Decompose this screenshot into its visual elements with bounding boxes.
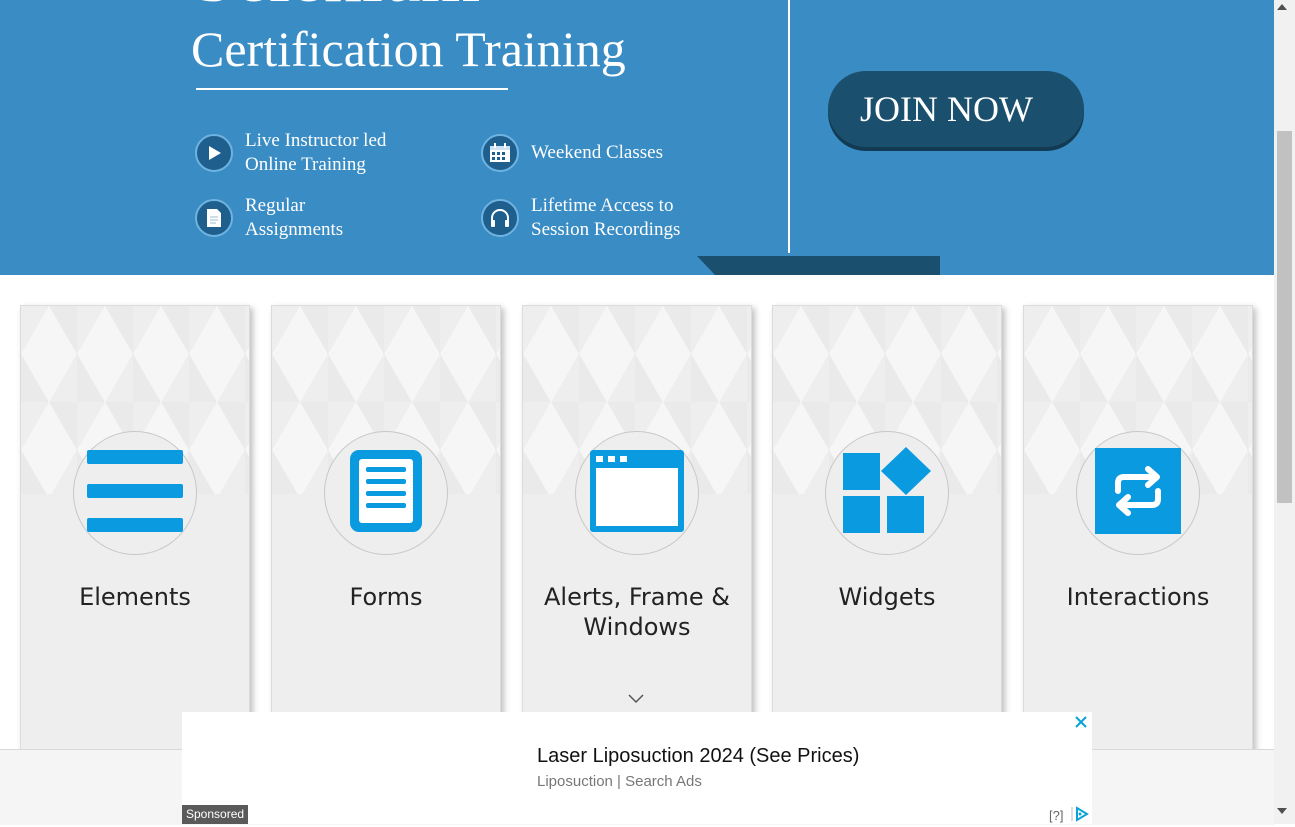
card-title: Interactions	[1066, 583, 1210, 611]
banner-title: Certification Training	[191, 21, 626, 77]
feature-text: Weekend Classes	[531, 142, 663, 163]
promo-banner[interactable]: Selenium Certification Training Live Ins…	[0, 0, 1274, 275]
card-title: Alerts, Frame & Windows	[543, 583, 730, 641]
card-forms[interactable]: Forms	[271, 305, 501, 765]
card-icon-circle	[324, 431, 448, 555]
card-elements[interactable]: Elements	[20, 305, 250, 765]
feature-text: Regular Assignments	[245, 195, 344, 240]
widgets-icon	[841, 446, 933, 540]
card-title: Widgets	[838, 583, 936, 611]
card-icon-circle	[73, 431, 197, 555]
banner-underline	[196, 88, 508, 90]
scroll-up-arrow-icon[interactable]	[1277, 4, 1287, 10]
form-icon	[348, 448, 424, 539]
calendar-icon	[481, 134, 519, 172]
card-alerts-frame-windows[interactable]: Alerts, Frame & Windows	[522, 305, 752, 765]
ad-headline[interactable]: Laser Liposuction 2024 (See Prices)	[537, 745, 859, 768]
ad-help-link[interactable]: [?]	[1049, 808, 1063, 823]
card-title: Forms	[349, 583, 423, 611]
sponsored-label: Sponsored	[182, 805, 249, 824]
feature-text: Live Instructor led Online Training	[245, 130, 387, 175]
card-widgets[interactable]: Widgets	[772, 305, 1002, 765]
chevron-down-icon	[628, 691, 644, 709]
play-icon	[195, 134, 233, 172]
card-icon-circle	[1076, 431, 1200, 555]
close-icon[interactable]	[1071, 712, 1091, 732]
banner-ribbon-fill	[715, 256, 940, 275]
card-icon-circle	[825, 431, 949, 555]
card-title: Elements	[79, 583, 191, 611]
feature-live-training: Live Instructor led Online Training	[195, 129, 386, 177]
feature-lifetime-access: Lifetime Access to Session Recordings	[481, 194, 680, 242]
feature-text: Lifetime Access to Session Recordings	[531, 195, 681, 240]
scroll-down-arrow-icon[interactable]	[1277, 808, 1287, 814]
scrollbar-thumb[interactable]	[1277, 131, 1292, 503]
join-now-button[interactable]: JOIN NOW	[828, 71, 1084, 147]
banner-big-title: Selenium	[193, 0, 480, 14]
banner-divider	[788, 0, 790, 253]
document-icon	[195, 199, 233, 237]
headphones-icon	[481, 199, 519, 237]
list-icon	[86, 448, 184, 539]
interactions-icon	[1094, 447, 1182, 540]
card-interactions[interactable]: Interactions	[1023, 305, 1253, 765]
ad-subline: Liposuction | Search Ads	[537, 773, 702, 790]
feature-weekend-classes: Weekend Classes	[481, 134, 663, 172]
card-icon-circle	[575, 431, 699, 555]
window-icon	[588, 448, 686, 539]
ad-banner[interactable]: Laser Liposuction 2024 (See Prices) Lipo…	[182, 712, 1092, 824]
feature-assignments: Regular Assignments	[195, 194, 343, 242]
